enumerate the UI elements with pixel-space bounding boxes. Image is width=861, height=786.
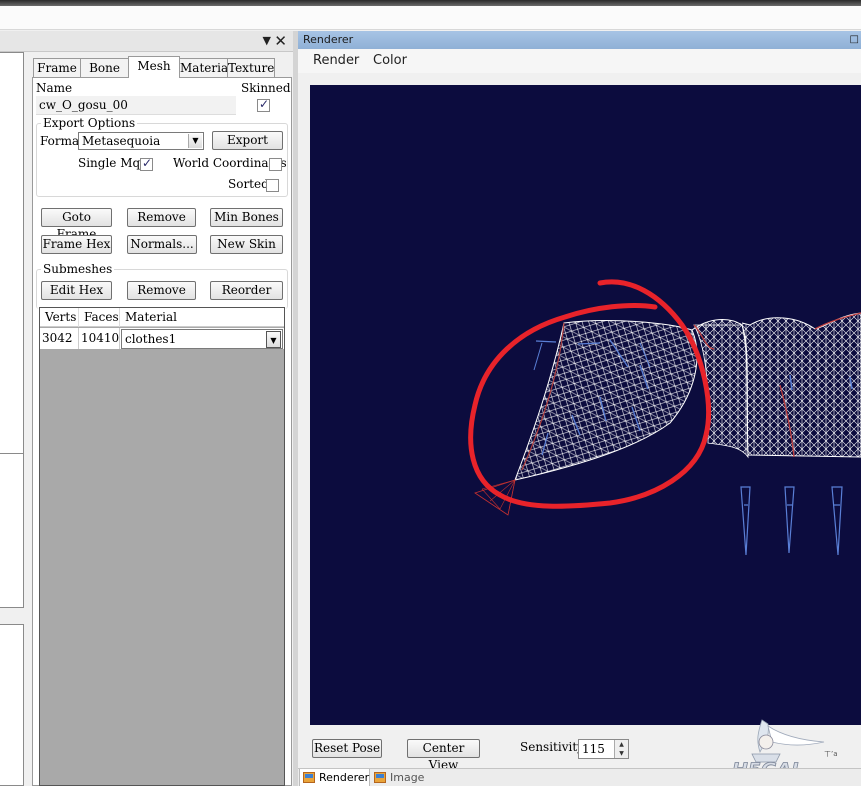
- normals-button[interactable]: Normals...: [127, 235, 197, 254]
- submesh-grid[interactable]: Verts Faces Material 3042 10410 clothes1…: [39, 307, 285, 786]
- renderer-menu-bar: Render Color: [298, 49, 861, 73]
- single-mqo-label: Single Mqo: [78, 156, 148, 170]
- wireframe-sleeve: [514, 320, 698, 481]
- chevron-down-icon: ▼: [266, 331, 281, 348]
- left-list-panel-2[interactable]: [0, 453, 24, 608]
- menu-render[interactable]: Render: [313, 53, 359, 68]
- min-bones-button[interactable]: Min Bones: [210, 208, 283, 227]
- tab-texture[interactable]: Texture: [227, 58, 275, 77]
- format-select[interactable]: Metasequoia ▼: [78, 132, 204, 150]
- window-toolbar-strip: [0, 6, 861, 30]
- format-select-value: Metasequoia: [82, 134, 161, 148]
- dock-header: ▼ ✕: [0, 31, 293, 52]
- renderer-title-bar: Renderer □: [298, 31, 861, 49]
- svg-text:ㄒ’a: ㄒ’a: [824, 750, 838, 758]
- table-row[interactable]: 3042 10410 clothes1 ▼: [40, 328, 284, 349]
- dock-menu-arrow-icon[interactable]: ▼: [263, 34, 271, 47]
- renderer-icon: [303, 772, 315, 783]
- name-label: Name: [36, 81, 73, 95]
- reset-pose-button[interactable]: Reset Pose: [312, 739, 382, 758]
- tab-image-label: Image: [390, 771, 425, 784]
- column-header-faces[interactable]: Faces: [79, 308, 120, 327]
- remove-submesh-button[interactable]: Remove: [127, 281, 196, 300]
- tab-material[interactable]: Material: [179, 58, 232, 77]
- cell-faces[interactable]: 10410: [79, 328, 120, 349]
- export-button[interactable]: Export: [212, 131, 283, 150]
- name-field[interactable]: cw_O_gosu_00: [36, 96, 236, 115]
- tab-bone[interactable]: Bone: [80, 58, 129, 77]
- world-coordinates-checkbox[interactable]: [269, 158, 282, 171]
- tab-frame[interactable]: Frame: [33, 58, 81, 77]
- goto-frame-button[interactable]: Goto Frame: [41, 208, 112, 241]
- material-select[interactable]: clothes1 ▼: [121, 329, 283, 349]
- edit-hex-button[interactable]: Edit Hex: [41, 281, 112, 300]
- sensitivity-stepper[interactable]: 115 ▲ ▼: [578, 739, 629, 759]
- mesh-wireframe: [468, 279, 861, 556]
- new-skin-button[interactable]: New Skin: [210, 235, 283, 254]
- stepper-arrows-icon[interactable]: ▲ ▼: [614, 740, 628, 758]
- single-mqo-checkbox[interactable]: [140, 156, 153, 171]
- pin-icon[interactable]: □: [850, 31, 859, 49]
- render-viewport[interactable]: [310, 85, 861, 725]
- export-options-label: Export Options: [41, 116, 138, 130]
- dock-splitter[interactable]: [293, 31, 298, 786]
- sensitivity-value: 115: [582, 742, 605, 756]
- frame-hex-button[interactable]: Frame Hex: [41, 235, 112, 254]
- sensitivity-label: Sensitivity: [520, 740, 584, 754]
- grid-header: Verts Faces Material: [40, 308, 284, 327]
- tab-renderer[interactable]: Renderer: [299, 769, 370, 786]
- sorted-checkbox[interactable]: [266, 179, 279, 192]
- tab-renderer-label: Renderer: [319, 771, 370, 784]
- sorted-label: Sorted: [228, 177, 269, 191]
- close-icon[interactable]: ✕: [274, 32, 287, 50]
- material-select-value: clothes1: [125, 332, 177, 346]
- left-list-panel-3[interactable]: [0, 624, 24, 786]
- renderer-title: Renderer: [303, 33, 354, 46]
- skinned-label: Skinned: [241, 81, 291, 95]
- cell-verts[interactable]: 3042: [40, 328, 79, 349]
- column-header-material[interactable]: Material: [120, 308, 284, 327]
- tab-mesh[interactable]: Mesh: [128, 56, 180, 78]
- center-view-button[interactable]: Center View: [407, 739, 480, 772]
- tab-image[interactable]: Image: [371, 769, 431, 786]
- bottom-tab-strip: Renderer Image: [298, 768, 861, 786]
- chevron-down-icon: ▼: [188, 134, 202, 148]
- remove-mesh-button[interactable]: Remove: [127, 208, 196, 227]
- submeshes-label: Submeshes: [41, 262, 115, 276]
- image-icon: [374, 772, 386, 783]
- menu-color[interactable]: Color: [373, 53, 407, 68]
- left-list-panel-1[interactable]: [0, 52, 24, 465]
- column-header-verts[interactable]: Verts: [40, 308, 79, 327]
- skinned-checkbox[interactable]: [257, 97, 270, 112]
- reorder-button[interactable]: Reorder: [210, 281, 283, 300]
